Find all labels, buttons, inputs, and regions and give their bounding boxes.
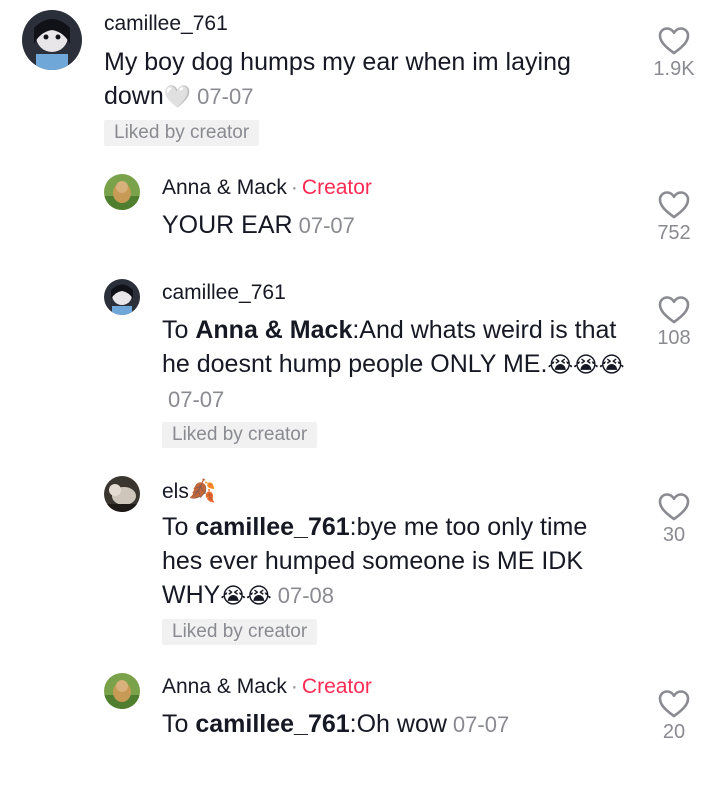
comment-date: 07-07 [168, 387, 225, 412]
comment-username[interactable]: camillee_761 [162, 281, 286, 305]
comment-text: To camillee_761:bye me too only time hes… [162, 510, 632, 613]
heart-outline-icon[interactable] [658, 295, 690, 325]
comment-body: YOUR EAR [162, 211, 293, 239]
heart-outline-icon[interactable] [658, 190, 690, 220]
comment-date: 07-07 [452, 712, 510, 737]
liked-by-creator-badge: Liked by creator [162, 422, 318, 448]
reply-prefix: To [162, 316, 196, 344]
like-button[interactable]: 108 [644, 295, 704, 350]
reply-separator: : [349, 710, 357, 738]
comment-text: To Anna & Mack:And whats weird is that h… [162, 313, 632, 417]
comment-text: To camillee_761:Oh wow 07-07 [162, 707, 632, 742]
heart-outline-icon[interactable] [658, 689, 690, 719]
comment-body: Oh wow [356, 710, 447, 738]
comment-text: YOUR EAR 07-07 [162, 208, 632, 243]
comment-date: 07-08 [277, 583, 335, 608]
avatar[interactable] [22, 10, 82, 70]
comment-username[interactable]: camillee_761 [104, 12, 228, 36]
comment-username[interactable]: Anna & Mack · Creator [162, 176, 372, 200]
creator-tag: Creator [301, 176, 372, 199]
separator-dot: · [290, 675, 298, 698]
comment-text: My boy dog humps my ear when im laying d… [104, 45, 634, 114]
heart-outline-icon[interactable] [658, 492, 690, 522]
liked-by-creator-badge: Liked by creator [162, 619, 318, 645]
separator-dot: · [290, 176, 298, 199]
username-text[interactable]: els [162, 480, 189, 503]
username-text[interactable]: Anna & Mack [162, 176, 287, 199]
crying-emoji: 😭😭 [220, 583, 272, 608]
like-count: 108 [657, 327, 691, 349]
like-count: 20 [662, 721, 686, 743]
comment-username[interactable]: Anna & Mack · Creator [162, 675, 372, 699]
comment-username[interactable]: els🍂 [162, 478, 216, 504]
white-heart-emoji: 🤍 [163, 84, 192, 109]
avatar[interactable] [104, 279, 140, 315]
like-count: 1.9K [653, 58, 695, 80]
avatar[interactable] [104, 476, 140, 512]
crying-emoji: 😭😭😭 [547, 352, 625, 377]
like-button[interactable]: 1.9K [644, 26, 704, 81]
avatar[interactable] [104, 673, 140, 709]
like-button[interactable]: 752 [644, 190, 704, 245]
like-count: 752 [657, 222, 691, 244]
liked-by-creator-badge: Liked by creator [104, 120, 260, 146]
reply-prefix: To [162, 513, 196, 541]
username-text[interactable]: Anna & Mack [162, 675, 287, 698]
like-count: 30 [662, 524, 686, 546]
reply-separator: : [349, 513, 357, 541]
comment-date: 07-07 [298, 213, 355, 238]
fallen-leaf-emoji: 🍂 [188, 478, 217, 503]
like-button[interactable]: 20 [644, 689, 704, 744]
reply-to-username[interactable]: Anna & Mack [195, 316, 352, 344]
like-button[interactable]: 30 [644, 492, 704, 547]
reply-prefix: To [162, 710, 196, 738]
reply-to-username[interactable]: camillee_761 [195, 513, 349, 541]
reply-to-username[interactable]: camillee_761 [195, 710, 349, 738]
heart-outline-icon[interactable] [658, 26, 690, 56]
avatar[interactable] [104, 174, 140, 210]
creator-tag: Creator [301, 675, 372, 698]
comment-date: 07-07 [197, 84, 254, 109]
